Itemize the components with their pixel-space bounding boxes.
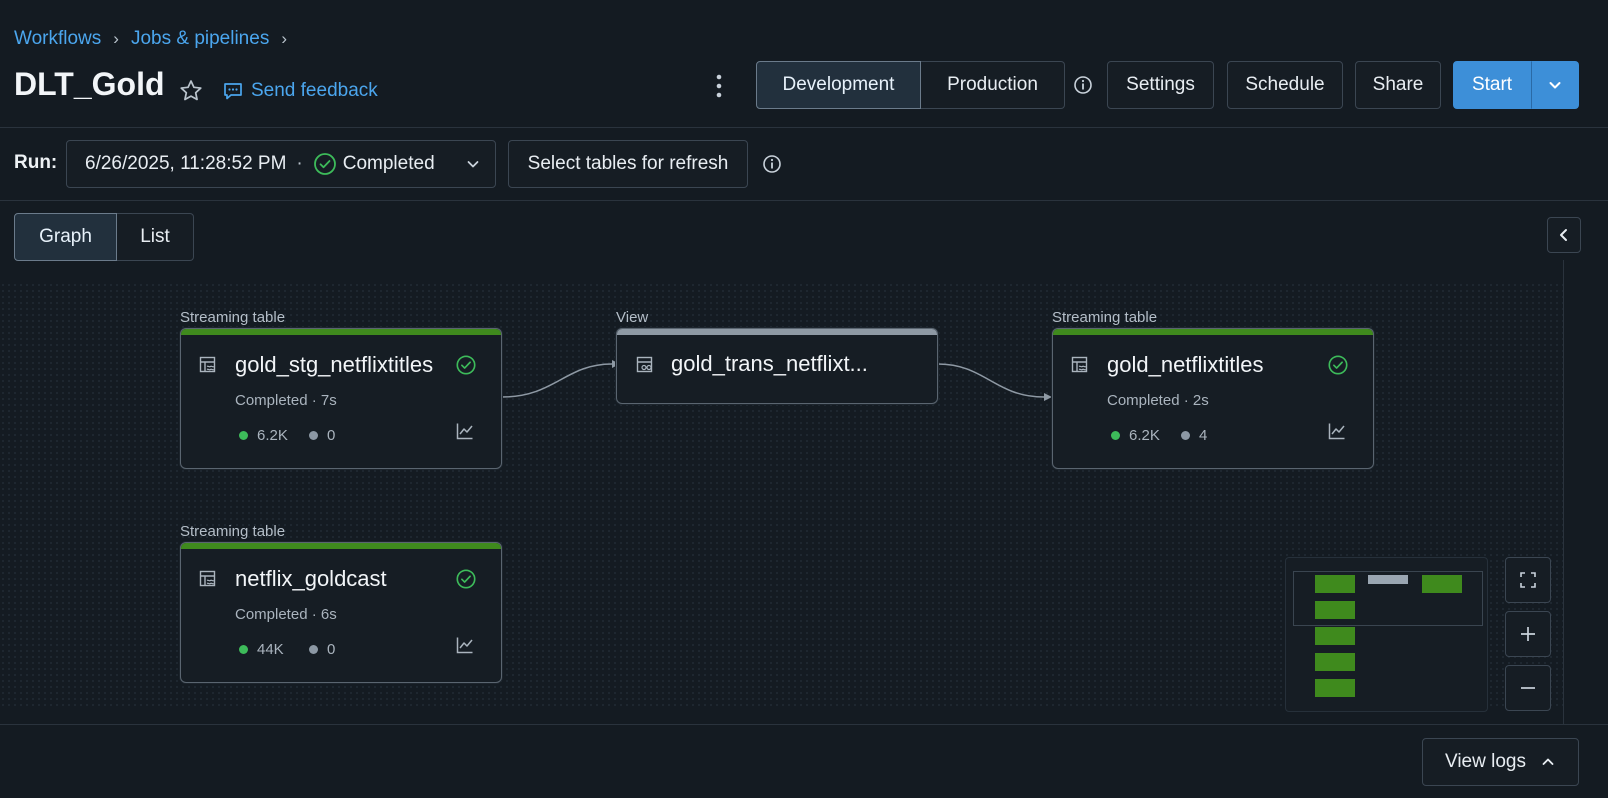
metric-dropped-rows: 0	[309, 641, 335, 658]
status-dot	[309, 645, 318, 654]
send-feedback-link[interactable]: Send feedback	[221, 79, 378, 103]
metric-dropped-rows: 4	[1181, 427, 1207, 444]
node-netflix-goldcast[interactable]: netflix_goldcast Completed · 6s 44K 0	[180, 542, 502, 683]
chart-line-icon[interactable]	[455, 421, 475, 441]
streaming-table-icon	[1070, 355, 1090, 375]
share-button[interactable]: Share	[1355, 61, 1441, 109]
minimap-node	[1315, 653, 1355, 671]
status-dot	[1181, 431, 1190, 440]
status-dot	[239, 431, 248, 440]
check-circle-icon	[455, 354, 477, 376]
status-dot	[1111, 431, 1120, 440]
zoom-out-button[interactable]	[1505, 665, 1551, 711]
collapse-panel-button[interactable]	[1547, 217, 1581, 253]
header-divider	[0, 127, 1608, 128]
info-icon[interactable]	[762, 154, 782, 174]
view-logs-button[interactable]: View logs	[1422, 738, 1579, 786]
check-circle-icon	[1327, 354, 1349, 376]
node-name: netflix_goldcast	[235, 566, 387, 591]
start-button[interactable]: Start	[1453, 61, 1531, 109]
node-gold-netflixtitles[interactable]: gold_netflixtitles Completed · 2s 6.2K 4	[1052, 328, 1374, 469]
node-name: gold_stg_netflixtitles	[235, 352, 434, 377]
status-dot	[309, 431, 318, 440]
graph-minimap[interactable]	[1285, 557, 1488, 712]
node-status-bar	[1053, 329, 1373, 335]
streaming-table-icon	[198, 355, 218, 375]
info-icon[interactable]	[1073, 75, 1093, 95]
send-feedback-label: Send feedback	[251, 80, 378, 101]
node-status-bar	[617, 329, 937, 335]
star-icon[interactable]	[178, 78, 204, 104]
minimap-node	[1315, 601, 1355, 619]
metric-dropped-rows: 0	[309, 427, 335, 444]
breadcrumb: Workflows › Jobs & pipelines ›	[14, 28, 299, 50]
zoom-in-button[interactable]	[1505, 611, 1551, 657]
chart-line-icon[interactable]	[1327, 421, 1347, 441]
development-mode-button[interactable]: Development	[756, 61, 921, 109]
view-logs-label: View logs	[1445, 751, 1526, 772]
chevron-right-icon: ›	[113, 29, 119, 48]
side-panel-divider	[1563, 260, 1564, 725]
run-divider	[0, 200, 1608, 201]
chevron-right-icon: ›	[281, 29, 287, 48]
node-type-label: Streaming table	[180, 309, 286, 326]
footer-divider	[0, 724, 1608, 725]
select-tables-refresh-button[interactable]: Select tables for refresh	[508, 140, 748, 188]
minimap-node	[1315, 575, 1355, 593]
minus-icon	[1519, 679, 1537, 697]
tab-list[interactable]: List	[117, 213, 194, 261]
node-type-label: View	[616, 309, 649, 326]
metric-output-rows: 6.2K	[1111, 427, 1160, 444]
schedule-button[interactable]: Schedule	[1227, 61, 1343, 109]
node-name: gold_trans_netflixt...	[671, 351, 868, 376]
node-status-text: Completed · 2s	[1107, 392, 1209, 409]
breadcrumb-jobs-pipelines[interactable]: Jobs & pipelines	[131, 28, 269, 50]
streaming-table-icon	[198, 569, 218, 589]
node-type-label: Streaming table	[180, 523, 286, 540]
metric-output-rows: 44K	[239, 641, 284, 658]
metric-output-rows: 6.2K	[239, 427, 288, 444]
tab-graph[interactable]: Graph	[14, 213, 117, 261]
view-icon	[635, 355, 655, 375]
settings-button[interactable]: Settings	[1107, 61, 1214, 109]
start-dropdown-button[interactable]	[1531, 61, 1579, 109]
chevron-down-icon	[465, 156, 481, 172]
edge-stg-to-trans	[501, 363, 613, 398]
chat-bubble-icon	[221, 79, 245, 103]
check-circle-icon	[455, 568, 477, 590]
run-label: Run:	[14, 152, 58, 173]
node-name: gold_netflixtitles	[1107, 352, 1264, 377]
edge-trans-to-gold	[937, 363, 1045, 398]
run-status: Completed	[342, 153, 435, 174]
plus-icon	[1519, 625, 1537, 643]
chevron-left-icon	[1556, 227, 1572, 243]
chart-line-icon[interactable]	[455, 635, 475, 655]
status-dot	[239, 645, 248, 654]
node-status-text: Completed · 7s	[235, 392, 337, 409]
chevron-down-icon	[1547, 77, 1563, 93]
node-status-text: Completed · 6s	[235, 606, 337, 623]
minimap-node	[1315, 679, 1355, 697]
node-gold-stg-netflixtitles[interactable]: gold_stg_netflixtitles Completed · 7s 6.…	[180, 328, 502, 469]
run-separator: ·	[296, 153, 303, 174]
check-circle-icon	[313, 152, 337, 176]
run-timestamp: 6/26/2025, 11:28:52 PM	[85, 153, 287, 174]
node-status-bar	[181, 329, 501, 335]
page-title: DLT_Gold	[14, 66, 165, 102]
node-gold-trans-netflixtitles[interactable]: gold_trans_netflixt...	[616, 328, 938, 404]
run-selector[interactable]: 6/26/2025, 11:28:52 PM · Completed	[66, 140, 496, 188]
node-type-label: Streaming table	[1052, 309, 1158, 326]
edge-arrow	[1044, 393, 1052, 401]
minimap-node	[1368, 575, 1408, 584]
fit-view-button[interactable]	[1505, 557, 1551, 603]
node-status-bar	[181, 543, 501, 549]
minimap-node	[1315, 627, 1355, 645]
breadcrumb-workflows[interactable]: Workflows	[14, 28, 101, 50]
production-mode-button[interactable]: Production	[921, 61, 1065, 109]
expand-icon	[1519, 571, 1537, 589]
chevron-up-icon	[1540, 754, 1556, 770]
kebab-menu-icon[interactable]	[706, 72, 732, 100]
minimap-node	[1422, 575, 1462, 593]
